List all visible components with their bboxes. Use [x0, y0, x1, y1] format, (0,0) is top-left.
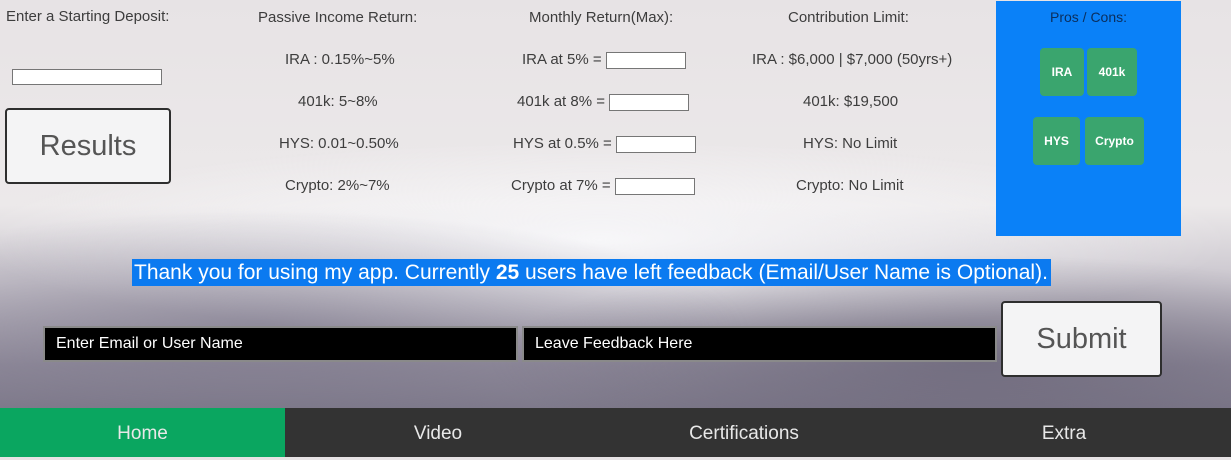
nav-home[interactable]: Home — [0, 408, 285, 457]
hys-pros-button[interactable]: HYS — [1033, 117, 1080, 165]
contribution-row-401k: 401k: $19,500 — [803, 93, 899, 110]
passive-row-401k: 401k: 5~8% — [298, 93, 378, 110]
monthly-row-401k: 401k at 8% = — [517, 93, 689, 111]
passive-row-crypto: Crypto: 2%~7% — [285, 177, 390, 194]
passive-row-ira: IRA : 0.15%~5% — [285, 51, 395, 68]
ira-return-field[interactable] — [605, 51, 686, 69]
feedback-message: Thank you for using my app. Currently 25… — [132, 259, 1051, 286]
monthly-row-ira: IRA at 5% = — [522, 51, 686, 69]
passive-income-title: Passive Income Return: — [258, 9, 418, 26]
submit-button[interactable]: Submit — [1001, 301, 1162, 377]
monthly-row-crypto-label: Crypto at 7% = — [511, 177, 611, 194]
nav-video[interactable]: Video — [285, 408, 591, 457]
feedback-message-start: Thank you for using my app. Currently — [134, 261, 496, 284]
pros-cons-panel: Pros / Cons: IRA 401k HYS Crypto — [996, 1, 1181, 236]
passive-row-hys: HYS: 0.01~0.50% — [279, 135, 399, 152]
ira-pros-button[interactable]: IRA — [1040, 48, 1084, 96]
crypto-pros-button[interactable]: Crypto — [1085, 117, 1144, 165]
deposit-label: Enter a Starting Deposit: — [6, 8, 170, 25]
contribution-row-hys: HYS: No Limit — [803, 135, 898, 152]
nav-certifications[interactable]: Certifications — [591, 408, 897, 457]
monthly-row-ira-label: IRA at 5% = — [522, 51, 602, 68]
email-username-input[interactable]: Enter Email or User Name — [43, 326, 518, 362]
contribution-limit-title: Contribution Limit: — [788, 9, 909, 26]
feedback-count: 25 — [495, 261, 520, 284]
monthly-row-crypto: Crypto at 7% = — [511, 177, 695, 195]
nav-extra[interactable]: Extra — [897, 408, 1231, 457]
contribution-row-ira: IRA : $6,000 | $7,000 (50yrs+) — [752, 51, 953, 68]
hys-return-field[interactable] — [615, 135, 696, 153]
monthly-row-hys-label: HYS at 0.5% = — [513, 135, 612, 152]
pros-cons-title: Pros / Cons: — [1049, 9, 1128, 25]
feedback-input[interactable]: Leave Feedback Here — [522, 326, 997, 362]
feedback-message-end: users have left feedback (Email/User Nam… — [519, 261, 1048, 284]
contribution-row-crypto: Crypto: No Limit — [796, 177, 904, 194]
monthly-return-title: Monthly Return(Max): — [529, 9, 674, 26]
crypto-return-field[interactable] — [614, 177, 695, 195]
401k-return-field[interactable] — [608, 93, 689, 111]
monthly-row-401k-label: 401k at 8% = — [517, 93, 605, 110]
monthly-row-hys: HYS at 0.5% = — [513, 135, 696, 153]
401k-pros-button[interactable]: 401k — [1087, 48, 1137, 96]
results-button[interactable]: Results — [5, 108, 171, 184]
starting-deposit-input[interactable] — [12, 69, 162, 85]
bottom-navbar: Home Video Certifications Extra — [0, 408, 1231, 457]
